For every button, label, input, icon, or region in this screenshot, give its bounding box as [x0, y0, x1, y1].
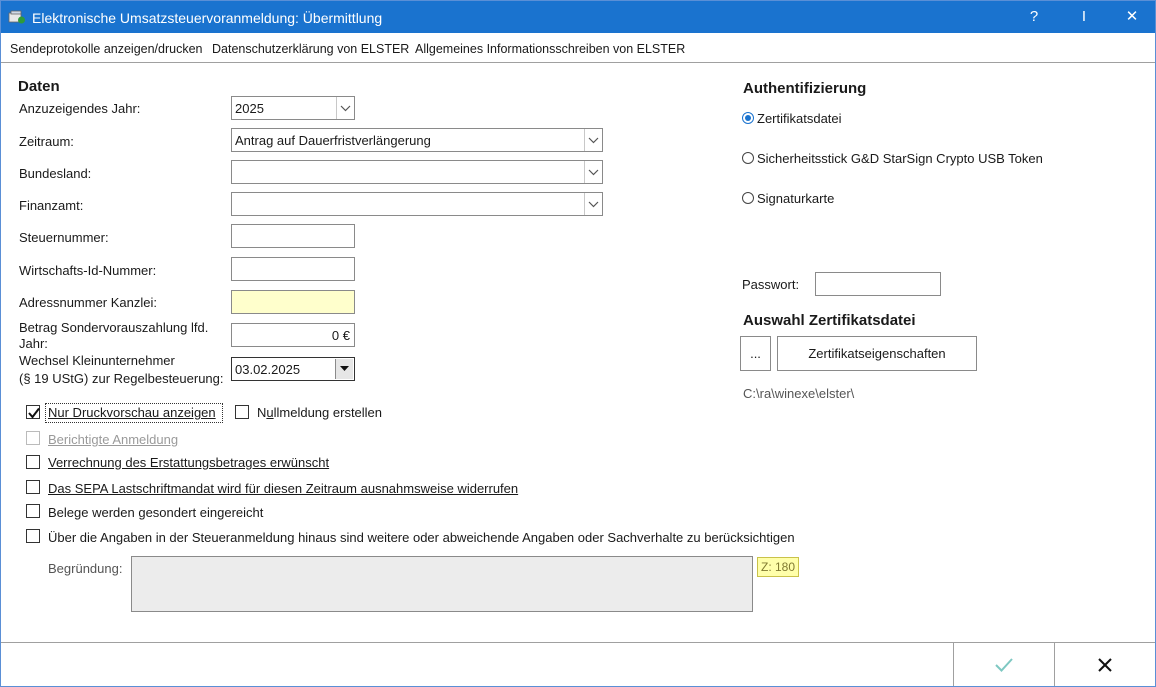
jahr-label: Anzuzeigendes Jahr: [19, 101, 141, 116]
berichtigte-label: Berichtigte Anmeldung [48, 432, 178, 447]
app-icon [8, 10, 25, 24]
wirtschafts-label: Wirtschafts-Id-Nummer: [19, 263, 157, 278]
steuernummer-input[interactable] [231, 224, 355, 248]
zertifikat-header: Auswahl Zertifikatsdatei [743, 312, 916, 329]
verrechnung-text: Verrechnung des Erstattungsbetrages erwü… [48, 455, 330, 470]
zertifikat-path: C:\ra\winexe\elster\ [743, 386, 855, 401]
title-bar[interactable]: Elektronische Umsatzsteuervoranmeldung: … [1, 1, 1155, 33]
adressnummer-input[interactable] [231, 290, 355, 314]
nullmeldung-checkbox[interactable] [235, 405, 249, 419]
pin-button[interactable]: I [1061, 1, 1107, 33]
radio-signaturkarte[interactable] [742, 192, 754, 204]
zeitraum-value: Antrag auf Dauerfristverlängerung [235, 133, 431, 148]
menu-informationsschreiben[interactable]: Allgemeines Informationsschreiben von EL… [415, 42, 685, 56]
sepa-text: Das SEPA Lastschriftmandat wird für dies… [48, 481, 519, 496]
jahr-value: 2025 [235, 101, 264, 116]
steuernummer-label: Steuernummer: [19, 230, 109, 245]
menu-sendeprotokolle[interactable]: Sendeprotokolle anzeigen/drucken [10, 42, 203, 56]
checkmark-icon [28, 407, 40, 419]
browse-button[interactable]: ... [740, 336, 771, 371]
verrechnung-label[interactable]: Verrechnung des Erstattungsbetrages erwü… [48, 455, 329, 470]
zeitraum-select[interactable]: Antrag auf Dauerfristverlängerung [231, 128, 603, 152]
druckvorschau-label[interactable]: Nur Druckvorschau anzeigen [48, 405, 216, 420]
begruendung-label: Begründung: [48, 561, 123, 576]
chevron-down-icon[interactable] [584, 193, 602, 215]
adressnummer-label: Adressnummer Kanzlei: [19, 295, 157, 310]
close-icon [1098, 657, 1112, 672]
passwort-input[interactable] [815, 272, 941, 296]
triangle-down-icon[interactable] [335, 359, 353, 379]
weitere-checkbox[interactable] [26, 529, 40, 543]
jahr-select[interactable]: 2025 [231, 96, 355, 120]
zertifikatseigenschaften-button[interactable]: Zertifikatseigenschaften [777, 336, 977, 371]
begruendung-textarea[interactable] [131, 556, 753, 612]
menu-datenschutz[interactable]: Datenschutzerklärung von ELSTER [212, 42, 409, 56]
chevron-down-icon[interactable] [584, 129, 602, 151]
check-icon [995, 657, 1013, 672]
verrechnung-checkbox[interactable] [26, 455, 40, 469]
nullmeldung-text-c: llmeldung erstellen [273, 405, 383, 420]
cancel-button[interactable] [1055, 643, 1155, 686]
dialog-window: Elektronische Umsatzsteuervoranmeldung: … [0, 0, 1156, 687]
window-title: Elektronische Umsatzsteuervoranmeldung: … [32, 10, 383, 26]
close-button[interactable]: ✕ [1109, 1, 1155, 33]
auth-header: Authentifizierung [743, 80, 867, 97]
berichtigte-text: Berichtigte Anmeldung [48, 432, 179, 447]
radio-sicherheitsstick[interactable] [742, 152, 754, 164]
radio-zertifikatsdatei-label[interactable]: Zertifikatsdatei [757, 111, 842, 126]
bundesland-select[interactable] [231, 160, 603, 184]
betrag-label-line2: Jahr: [19, 336, 48, 351]
weitere-label[interactable]: Über die Angaben in der Steueranmeldung … [48, 530, 795, 545]
berichtigte-checkbox[interactable] [26, 431, 40, 445]
nullmeldung-text-b: u [266, 405, 274, 420]
wechsel-label-line1: Wechsel Kleinunternehmer [19, 353, 175, 368]
chevron-down-icon[interactable] [584, 161, 602, 183]
zeitraum-label: Zeitraum: [19, 134, 74, 149]
help-button[interactable]: ? [1011, 1, 1057, 33]
druckvorschau-checkbox[interactable] [26, 405, 40, 419]
bundesland-label: Bundesland: [19, 166, 92, 181]
menu-bar: Sendeprotokolle anzeigen/drucken Datensc… [1, 34, 1155, 63]
betrag-input[interactable]: 0 € [231, 323, 355, 347]
radio-sicherheitsstick-label[interactable]: Sicherheitsstick G&D StarSign Crypto USB… [757, 151, 1043, 166]
daten-header: Daten [18, 78, 60, 95]
wechsel-value: 03.02.2025 [235, 362, 301, 377]
chevron-down-icon[interactable] [336, 97, 354, 119]
sepa-checkbox[interactable] [26, 480, 40, 494]
radio-zertifikatsdatei[interactable] [742, 112, 754, 124]
nullmeldung-label[interactable]: Nullmeldung erstellen [257, 405, 382, 420]
radio-signaturkarte-label[interactable]: Signaturkarte [757, 191, 834, 206]
nullmeldung-text-a: N [257, 405, 267, 420]
ok-button[interactable] [954, 643, 1054, 686]
char-counter-badge: Z: 180 [757, 557, 800, 577]
sepa-label[interactable]: Das SEPA Lastschriftmandat wird für dies… [48, 481, 518, 496]
betrag-label-line1: Betrag Sondervorauszahlung lfd. [19, 320, 209, 335]
finanzamt-select[interactable] [231, 192, 603, 216]
belege-checkbox[interactable] [26, 504, 40, 518]
betrag-value: 0 € [331, 328, 350, 343]
finanzamt-label: Finanzamt: [19, 198, 84, 213]
druckvorschau-text: Nur Druckvorschau anzeigen [48, 405, 216, 420]
passwort-label: Passwort: [742, 277, 800, 292]
wechsel-date-picker[interactable]: 03.02.2025 [231, 357, 355, 381]
wirtschafts-input[interactable] [231, 257, 355, 281]
belege-label[interactable]: Belege werden gesondert eingereicht [48, 505, 263, 520]
wechsel-label-line2: (§ 19 UStG) zur Regelbesteuerung: [19, 371, 224, 386]
